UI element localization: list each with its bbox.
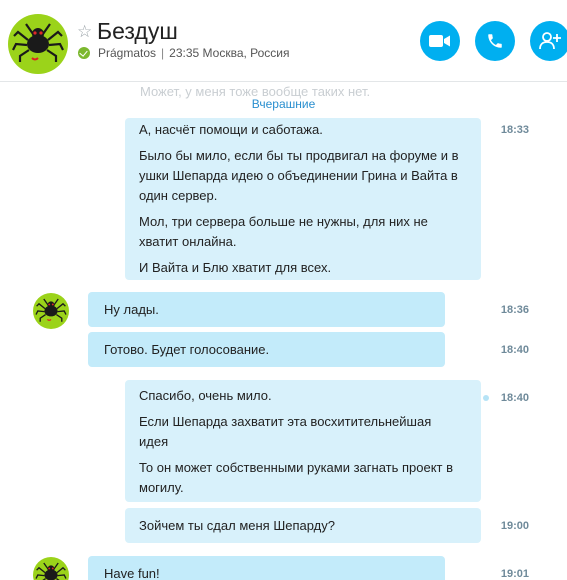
message-timestamp: 18:33 [500,124,529,136]
spider-avatar-icon [11,22,65,64]
add-people-button[interactable] [530,21,567,61]
message-text: Если Шепарда захватит эта восхитительней… [139,414,432,449]
incoming-message[interactable]: Have fun! [88,556,445,580]
message-text: Have fun! [104,566,160,580]
audio-call-button[interactable] [475,21,515,61]
video-camera-icon [429,35,450,47]
incoming-message[interactable]: Готово. Будет голосование. [88,332,445,367]
message-text: А, насчёт помощи и саботажа. [139,122,323,137]
message-text: Готово. Будет голосование. [104,342,270,357]
status-separator: | [161,46,165,60]
message-text: Зойчем ты сдал меня Шепарду? [139,518,335,533]
message-text: То он может собственными руками загнать … [139,460,454,495]
conversation-header: ☆ Бездуш Prágmatos | 23:35 Москва, Россия [0,0,567,82]
day-divider: Вчерашние [251,97,316,111]
online-status-icon [78,47,90,59]
message-timestamp: 18:40 [500,344,529,356]
message-text: Мол, три сервера больше не нужны, для ни… [139,214,428,249]
message-list[interactable]: Может, у меня тоже вообще таких нет. Вче… [0,82,567,580]
spider-avatar-icon [35,562,67,580]
outgoing-message[interactable]: Спасибо, очень мило. Если Шепарда захват… [125,380,481,502]
message-timestamp: 18:40 [500,392,529,404]
sender-avatar[interactable] [33,557,69,580]
message-text: Было бы мило, если бы ты продвигал на фо… [139,148,459,203]
sender-avatar[interactable] [33,293,69,329]
star-icon[interactable]: ☆ [77,22,92,42]
message-text: Спасибо, очень мило. [139,388,272,403]
message-text: Ну лады. [104,302,159,317]
message-timestamp: 18:36 [500,304,529,316]
incoming-message[interactable]: Ну лады. [88,292,445,327]
video-call-button[interactable] [420,21,460,61]
contact-avatar[interactable] [8,14,68,74]
message-timestamp: 19:00 [500,520,529,532]
outgoing-message[interactable]: А, насчёт помощи и саботажа. Было бы мил… [125,118,481,280]
message-text: И Вайта и Блю хватит для всех. [139,260,332,275]
spider-avatar-icon [35,298,67,323]
status-name: Prágmatos [98,46,157,60]
delivery-indicator [483,395,489,401]
add-person-icon [539,32,561,50]
local-time: 23:35 Москва, Россия [169,46,290,60]
message-timestamp: 19:01 [500,568,529,580]
phone-icon [488,34,502,48]
contact-status: Prágmatos | 23:35 Москва, Россия [78,45,290,61]
outgoing-message[interactable]: Зойчем ты сдал меня Шепарду? [125,508,481,543]
contact-name: Бездуш [97,18,178,44]
